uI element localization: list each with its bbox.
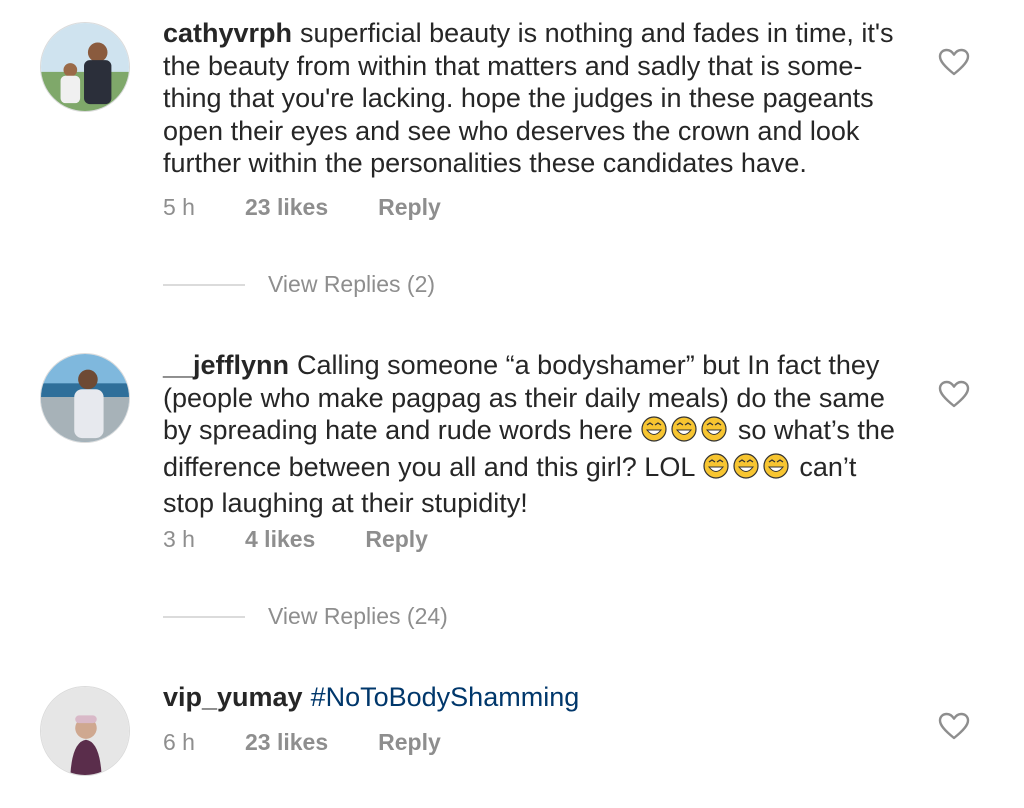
reply-button[interactable]: Reply: [365, 526, 428, 553]
heart-outline-icon[interactable]: [938, 712, 970, 740]
comment-likes[interactable]: 23 likes: [245, 194, 328, 221]
view-replies-button[interactable]: View Replies (24): [163, 603, 448, 630]
heart-outline-icon[interactable]: [938, 380, 970, 408]
comment-time: 3 h: [163, 526, 195, 552]
face-with-tears-of-joy-emoji: [700, 415, 728, 451]
face-with-tears-of-joy-emoji: [702, 452, 730, 488]
comment-likes[interactable]: 23 likes: [245, 729, 328, 756]
hashtag-link[interactable]: #NoToBodyShamming: [311, 682, 580, 712]
face-with-tears-of-joy-emoji: [732, 452, 760, 488]
avatar[interactable]: [40, 353, 130, 443]
comment-likes[interactable]: 4 likes: [245, 526, 315, 553]
avatar[interactable]: [40, 22, 130, 112]
comment-meta: 6 h 23 likes Reply: [163, 729, 441, 756]
view-replies-button[interactable]: View Replies (2): [163, 271, 435, 298]
divider-line: [163, 283, 245, 286]
comment-username[interactable]: __jefflynn: [163, 350, 289, 380]
comment-text: __jefflynn Calling someone “a bodyshamer”…: [163, 349, 913, 520]
comment-meta: 5 h 23 likes Reply: [163, 194, 441, 221]
comment-time: 6 h: [163, 729, 195, 755]
comment-meta: 3 h 4 likes Reply: [163, 526, 428, 553]
view-replies-label: View Replies (2): [268, 271, 436, 297]
view-replies-label: View Replies (24): [268, 603, 448, 629]
face-with-tears-of-joy-emoji: [762, 452, 790, 488]
comment-time: 5 h: [163, 194, 195, 220]
reply-button[interactable]: Reply: [378, 729, 441, 756]
divider-line: [163, 615, 245, 618]
heart-outline-icon[interactable]: [938, 48, 970, 76]
comment-username[interactable]: cathyvrph: [163, 18, 292, 48]
face-with-tears-of-joy-emoji: [640, 415, 668, 451]
face-with-tears-of-joy-emoji: [670, 415, 698, 451]
reply-button[interactable]: Reply: [378, 194, 441, 221]
comment-username[interactable]: vip_yumay: [163, 682, 303, 712]
avatar[interactable]: [40, 686, 130, 776]
comment-text: cathyvrph superficial beauty is nothing a…: [163, 17, 913, 180]
comment-text: vip_yumay #NoToBodyShamming: [163, 681, 913, 714]
